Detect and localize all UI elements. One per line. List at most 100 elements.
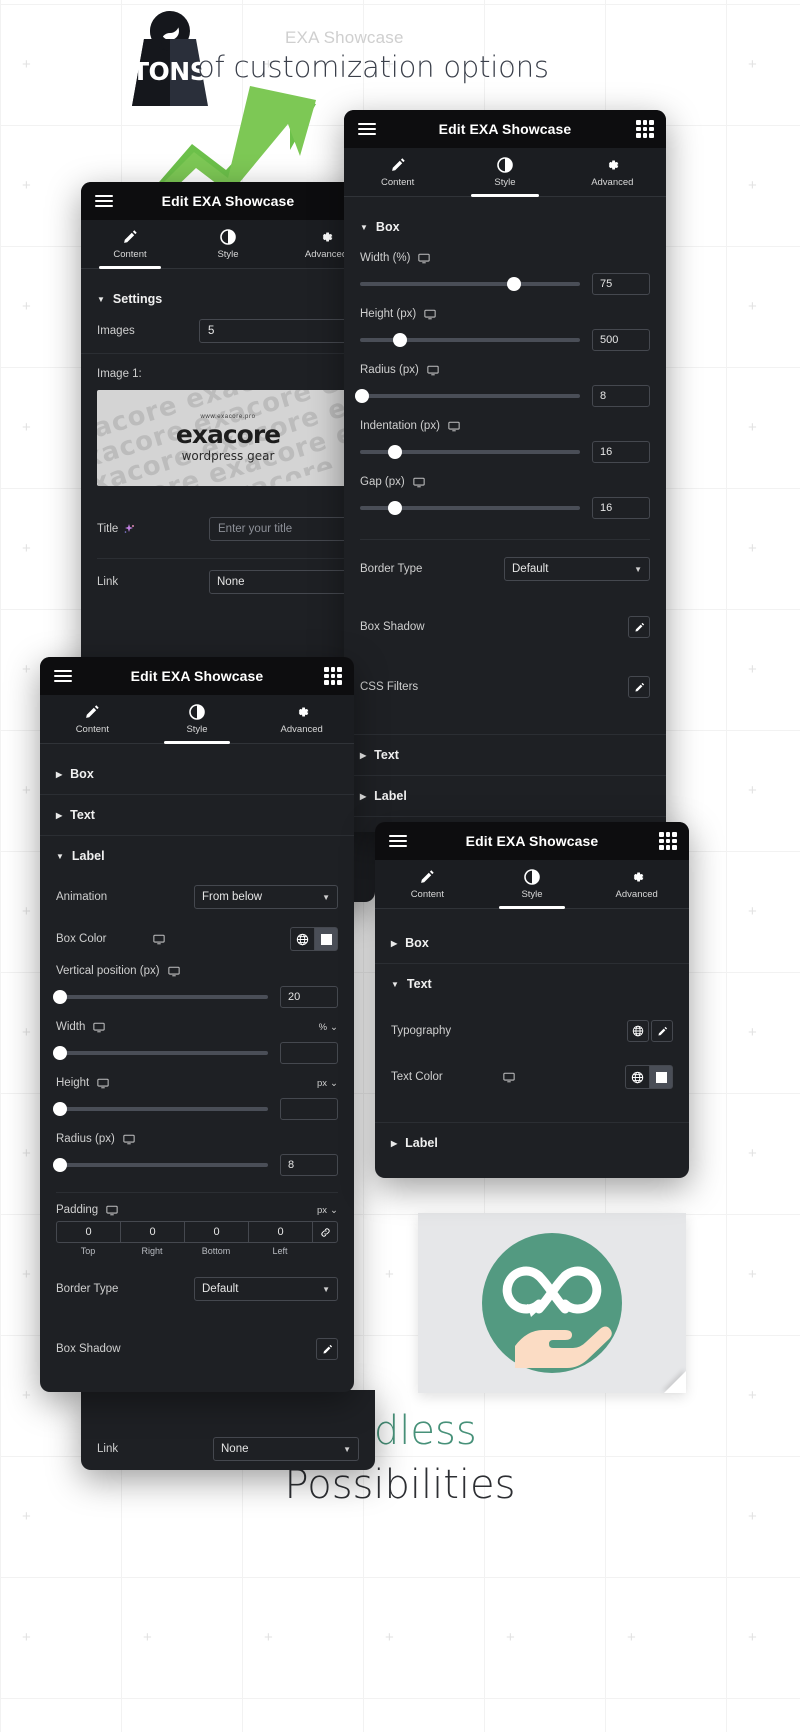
desktop-icon[interactable] xyxy=(424,309,436,320)
padding-unit[interactable]: px ⌄ xyxy=(317,1205,338,1216)
link-select[interactable]: None xyxy=(209,570,359,594)
hamburger-menu-icon[interactable] xyxy=(358,123,376,135)
link-select[interactable]: None ▼ xyxy=(213,1437,359,1461)
desktop-icon[interactable] xyxy=(93,1022,106,1033)
apps-grid-icon[interactable] xyxy=(659,832,677,850)
vertical-position-value[interactable]: 20 xyxy=(280,986,338,1008)
width-value[interactable] xyxy=(280,1042,338,1064)
title-input[interactable]: Enter your title xyxy=(209,517,359,541)
width-value[interactable]: 75 xyxy=(592,273,650,295)
radius-value[interactable]: 8 xyxy=(592,385,650,407)
images-input[interactable]: 5 xyxy=(199,319,359,343)
slider-height[interactable] xyxy=(40,1094,354,1128)
desktop-icon[interactable] xyxy=(418,253,431,264)
color-swatch[interactable] xyxy=(314,927,338,951)
link-values-toggle[interactable] xyxy=(312,1221,338,1243)
tab-style[interactable]: Style xyxy=(451,148,558,197)
section-box[interactable]: ▼ Box xyxy=(344,207,666,247)
slider-knob[interactable] xyxy=(507,277,521,291)
slider-knob[interactable] xyxy=(388,445,403,459)
padding-inputs[interactable]: 0 0 0 0 xyxy=(40,1221,354,1243)
slider-knob[interactable] xyxy=(388,501,403,515)
text-color-picker[interactable] xyxy=(625,1065,673,1089)
box-color-picker[interactable] xyxy=(290,927,338,951)
tab-advanced[interactable]: Advanced xyxy=(584,860,689,908)
slider-knob[interactable] xyxy=(355,389,370,403)
tab-bar[interactable]: Content Style Advanced xyxy=(40,695,354,744)
globe-icon[interactable] xyxy=(290,927,314,951)
slider-gap[interactable]: 16 xyxy=(344,493,666,527)
section-label[interactable]: ▼ Label xyxy=(40,836,354,876)
desktop-icon[interactable] xyxy=(413,477,425,488)
slider-radius[interactable]: 8 xyxy=(344,381,666,415)
slider-knob[interactable] xyxy=(53,1046,68,1060)
tab-advanced[interactable]: Advanced xyxy=(249,695,354,743)
tab-bar[interactable]: Content Style Advanced xyxy=(81,220,375,269)
indentation-value[interactable]: 16 xyxy=(592,441,650,463)
panel-edit-style-label[interactable]: Edit EXA Showcase Content Style Advanced… xyxy=(40,657,354,1392)
padding-bottom-input[interactable]: 0 xyxy=(184,1221,248,1243)
desktop-icon[interactable] xyxy=(503,1072,515,1083)
desktop-icon[interactable] xyxy=(167,966,180,977)
slider-knob[interactable] xyxy=(53,990,68,1004)
typography-global-button[interactable] xyxy=(627,1020,649,1042)
desktop-icon[interactable] xyxy=(123,1134,135,1145)
slider-track[interactable] xyxy=(360,445,580,459)
color-swatch[interactable] xyxy=(649,1065,673,1089)
tab-bar[interactable]: Content Style Advanced xyxy=(375,860,689,909)
slider-width[interactable]: 75 xyxy=(344,269,666,303)
slider-height[interactable]: 500 xyxy=(344,325,666,359)
border-type-select[interactable]: Default ▼ xyxy=(504,557,650,581)
section-label-collapsed[interactable]: ▶ Label xyxy=(375,1123,689,1163)
apps-grid-icon[interactable] xyxy=(636,120,654,138)
section-box-collapsed[interactable]: ▶ Box xyxy=(375,923,689,963)
image1-preview[interactable]: exacore exacore exacore exacore exacore e… xyxy=(97,390,359,486)
box-shadow-edit-button[interactable] xyxy=(628,616,650,638)
hamburger-menu-icon[interactable] xyxy=(54,670,72,682)
slider-track[interactable] xyxy=(355,389,580,403)
padding-top-input[interactable]: 0 xyxy=(56,1221,120,1243)
border-type-select[interactable]: Default ▼ xyxy=(194,1277,338,1301)
tab-style[interactable]: Style xyxy=(179,220,277,268)
slider-vertical-position[interactable]: 20 xyxy=(40,982,354,1016)
tab-content[interactable]: Content xyxy=(375,860,480,908)
tab-style[interactable]: Style xyxy=(145,695,250,744)
slider-track[interactable] xyxy=(360,333,580,347)
padding-right-input[interactable]: 0 xyxy=(120,1221,184,1243)
panel-edit-style-box[interactable]: Edit EXA Showcase Content Style Advanced… xyxy=(344,110,666,832)
hamburger-menu-icon[interactable] xyxy=(389,835,407,847)
height-value[interactable] xyxy=(280,1098,338,1120)
tab-content[interactable]: Content xyxy=(81,220,179,269)
panel-edit-style-text[interactable]: Edit EXA Showcase Content Style Advanced… xyxy=(375,822,689,1178)
animation-select[interactable]: From below ▼ xyxy=(194,885,338,909)
css-filters-edit-button[interactable] xyxy=(628,676,650,698)
desktop-icon[interactable] xyxy=(427,365,439,376)
slider-knob[interactable] xyxy=(392,333,407,347)
gap-value[interactable]: 16 xyxy=(592,497,650,519)
tab-style[interactable]: Style xyxy=(480,860,585,909)
slider-track[interactable] xyxy=(360,277,580,291)
radius-value[interactable]: 8 xyxy=(280,1154,338,1176)
panel-edit-content-tail[interactable]: Link None ▼ xyxy=(81,1390,375,1470)
hamburger-menu-icon[interactable] xyxy=(95,195,113,207)
height-unit[interactable]: px ⌄ xyxy=(317,1078,338,1089)
tab-content[interactable]: Content xyxy=(40,695,145,743)
desktop-icon[interactable] xyxy=(106,1205,118,1216)
desktop-icon[interactable] xyxy=(448,421,460,432)
height-value[interactable]: 500 xyxy=(592,329,650,351)
typography-edit-button[interactable] xyxy=(651,1020,673,1042)
tab-content[interactable]: Content xyxy=(344,148,451,196)
section-text[interactable]: ▼ Text xyxy=(375,964,689,1004)
slider-track[interactable] xyxy=(53,1102,268,1116)
desktop-icon[interactable] xyxy=(97,1078,109,1089)
section-text-collapsed[interactable]: ▶ Text xyxy=(344,735,666,775)
slider-knob[interactable] xyxy=(53,1158,68,1172)
slider-track[interactable] xyxy=(53,1158,268,1172)
slider-track[interactable] xyxy=(53,990,268,1004)
slider-knob[interactable] xyxy=(53,1102,68,1116)
slider-radius[interactable]: 8 xyxy=(40,1150,354,1184)
section-text-collapsed[interactable]: ▶ Text xyxy=(40,795,354,835)
slider-track[interactable] xyxy=(360,501,580,515)
section-label-collapsed[interactable]: ▶ Label xyxy=(344,776,666,816)
slider-indentation[interactable]: 16 xyxy=(344,437,666,471)
